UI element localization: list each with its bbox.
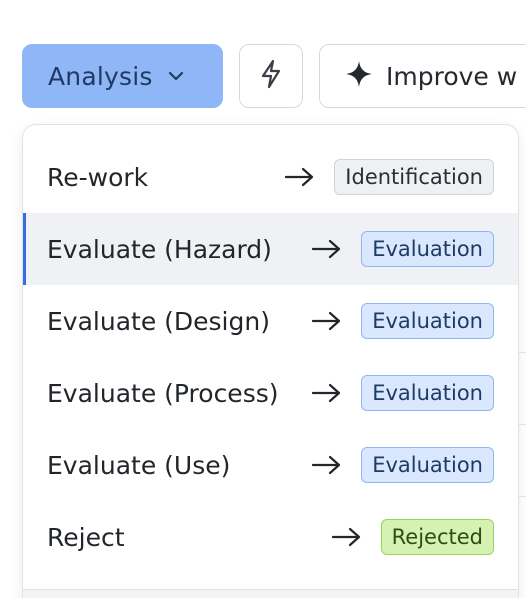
status-badge-evaluation: Evaluation (361, 303, 494, 339)
lightning-button[interactable] (239, 44, 303, 108)
menu-footer (23, 589, 518, 598)
improve-button[interactable]: Improve w (319, 44, 526, 108)
menu-item-evaluate-design[interactable]: Evaluate (Design) Evaluation (23, 285, 518, 357)
chevron-down-icon (167, 70, 185, 82)
sparkle-icon (344, 59, 374, 93)
menu-item-evaluate-use[interactable]: Evaluate (Use) Evaluation (23, 429, 518, 501)
arrow-right-icon (312, 383, 341, 403)
improve-button-label: Improve w (386, 61, 518, 91)
menu-item-label: Evaluate (Process) (47, 378, 279, 408)
status-badge-evaluation: Evaluation (361, 375, 494, 411)
menu-item-label: Evaluate (Hazard) (47, 234, 272, 264)
page: Analysis Improve w Re-work Identificatio… (0, 0, 526, 598)
analysis-dropdown-button[interactable]: Analysis (22, 44, 223, 108)
status-badge-rejected: Rejected (380, 519, 494, 555)
menu-item-label: Evaluate (Use) (47, 450, 231, 480)
status-badge-evaluation: Evaluation (361, 231, 494, 267)
menu-item-re-work[interactable]: Re-work Identification (23, 141, 518, 213)
lightning-icon (258, 59, 284, 93)
analysis-button-label: Analysis (48, 61, 153, 91)
menu-item-label: Evaluate (Design) (47, 306, 270, 336)
status-badge-evaluation: Evaluation (361, 447, 494, 483)
arrow-right-icon (312, 239, 341, 259)
arrow-right-icon (312, 455, 341, 475)
menu-item-label: Reject (47, 522, 125, 552)
menu-item-label: Re-work (47, 162, 149, 192)
menu-item-evaluate-process[interactable]: Evaluate (Process) Evaluation (23, 357, 518, 429)
menu-item-reject[interactable]: Reject Rejected (23, 501, 518, 573)
arrow-right-icon (285, 167, 314, 187)
arrow-right-icon (331, 527, 360, 547)
menu-item-evaluate-hazard[interactable]: Evaluate (Hazard) Evaluation (23, 213, 518, 285)
transition-dropdown-menu: Re-work Identification Evaluate (Hazard)… (22, 124, 519, 598)
arrow-right-icon (312, 311, 341, 331)
status-badge-identification: Identification (334, 159, 494, 195)
